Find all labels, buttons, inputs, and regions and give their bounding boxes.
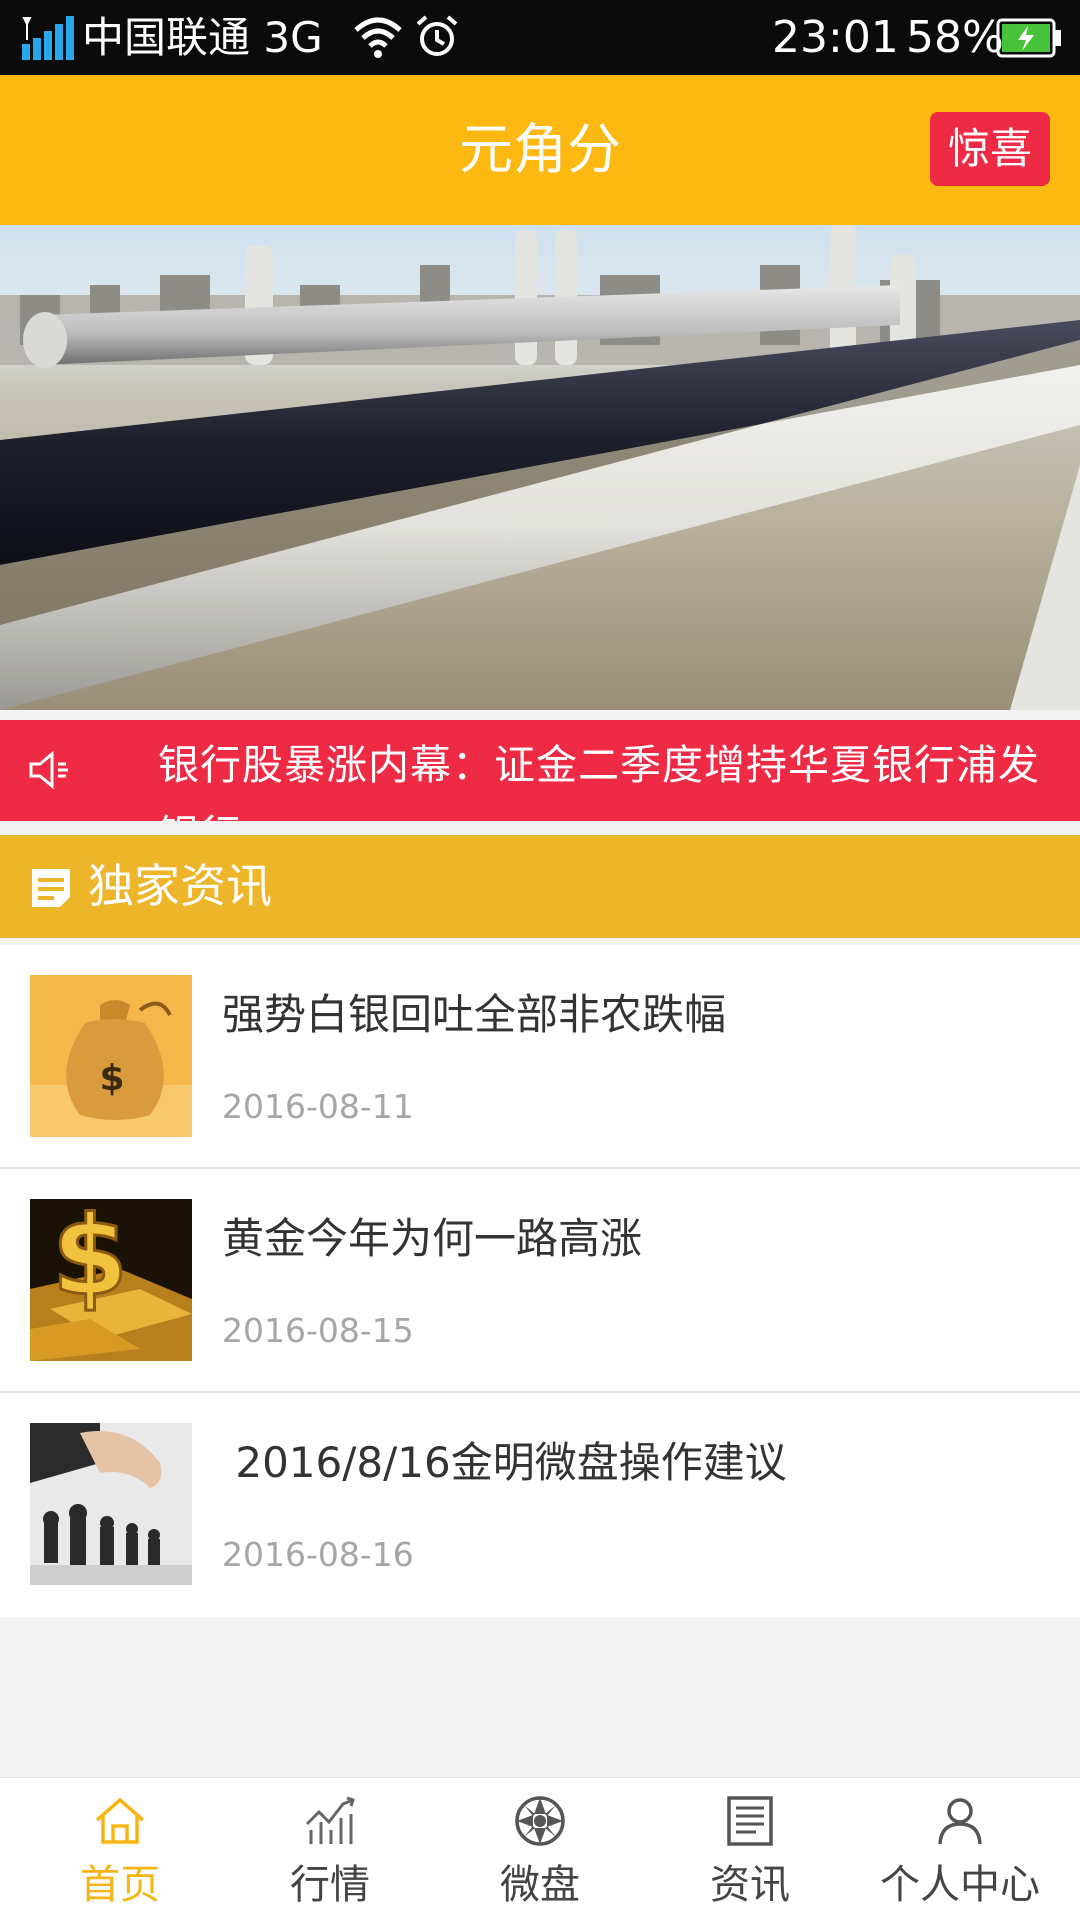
alarm-icon (416, 15, 458, 56)
news-thumbnail: $ (30, 1199, 192, 1361)
news-title[interactable]: 强势白银回吐全部非农跌幅 (222, 985, 726, 1045)
news-date: 2016-08-16 (222, 1535, 414, 1574)
signal-icon (22, 16, 74, 60)
banner-image (0, 225, 1080, 710)
news-thumbnail: $ (30, 975, 192, 1137)
app-title: 元角分 (459, 118, 621, 181)
section-header: 独家资讯 (0, 835, 1080, 938)
news-title[interactable]: 黄金今年为何一路高涨 (222, 1209, 642, 1269)
svg-text:$: $ (99, 1058, 124, 1099)
nav-label-profile: 个人中心 (880, 1862, 1040, 1908)
nav-item-profile[interactable]: 个人中心 (855, 1778, 1065, 1920)
news-icon (727, 1796, 773, 1846)
clock-time: 23:01 (772, 12, 899, 63)
nav-item-market[interactable]: 行情 (225, 1778, 435, 1920)
nav-label-home: 首页 (80, 1862, 160, 1908)
user-icon (938, 1798, 982, 1845)
wheel-icon (515, 1796, 565, 1846)
nav-item-microdisk[interactable]: 微盘 (435, 1778, 645, 1920)
home-icon (95, 1797, 145, 1844)
news-date: 2016-08-15 (222, 1311, 414, 1350)
news-list: $ 强势白银回吐全部非农跌幅 2016-08-11 $ 黄金今年为何一路高涨 2… (0, 945, 1080, 1617)
nav-item-home[interactable]: 首页 (15, 1778, 225, 1920)
carrier-label: 中国联通 3G (82, 13, 323, 62)
news-title[interactable]: 2016/8/16金明微盘操作建议 (222, 1433, 786, 1493)
wifi-icon (354, 17, 402, 58)
news-ticker[interactable]: 银行股暴涨内幕：证金二季度增持华夏银行浦发银行 (0, 720, 1080, 821)
app-header: 元角分 惊喜 (0, 75, 1080, 225)
section-title: 独家资讯 (88, 859, 272, 913)
nav-item-news[interactable]: 资讯 (645, 1778, 855, 1920)
bottom-nav: 首页 行情 微盘 资讯 个人中心 (0, 1777, 1080, 1920)
speaker-icon (29, 750, 68, 790)
ticker-text[interactable]: 银行股暴涨内幕：证金二季度增持华夏银行浦发银行 (158, 720, 1048, 821)
document-icon (32, 869, 70, 907)
status-bar: 中国联通 3G 23:01 58% (0, 0, 1080, 75)
news-thumbnail (30, 1423, 192, 1585)
battery-icon (996, 18, 1061, 58)
nav-label-market: 行情 (290, 1862, 370, 1908)
news-item[interactable]: $ 黄金今年为何一路高涨 2016-08-15 (0, 1169, 1080, 1393)
app-screen: 中国联通 3G 23:01 58% 元角分 惊喜 银行股暴涨内幕：证金二季度增持… (0, 0, 1080, 1920)
news-item[interactable]: $ 强势白银回吐全部非农跌幅 2016-08-11 (0, 945, 1080, 1169)
surprise-button[interactable]: 惊喜 (930, 112, 1050, 186)
nav-label-microdisk: 微盘 (500, 1862, 580, 1908)
nav-label-news: 资讯 (710, 1862, 790, 1908)
svg-text:$: $ (52, 1199, 129, 1320)
banner-carousel[interactable] (0, 225, 1080, 710)
news-item[interactable]: 2016/8/16金明微盘操作建议 2016-08-16 (0, 1393, 1080, 1617)
chart-icon (305, 1796, 355, 1844)
battery-percent: 58% (906, 12, 1004, 63)
news-date: 2016-08-11 (222, 1087, 414, 1126)
